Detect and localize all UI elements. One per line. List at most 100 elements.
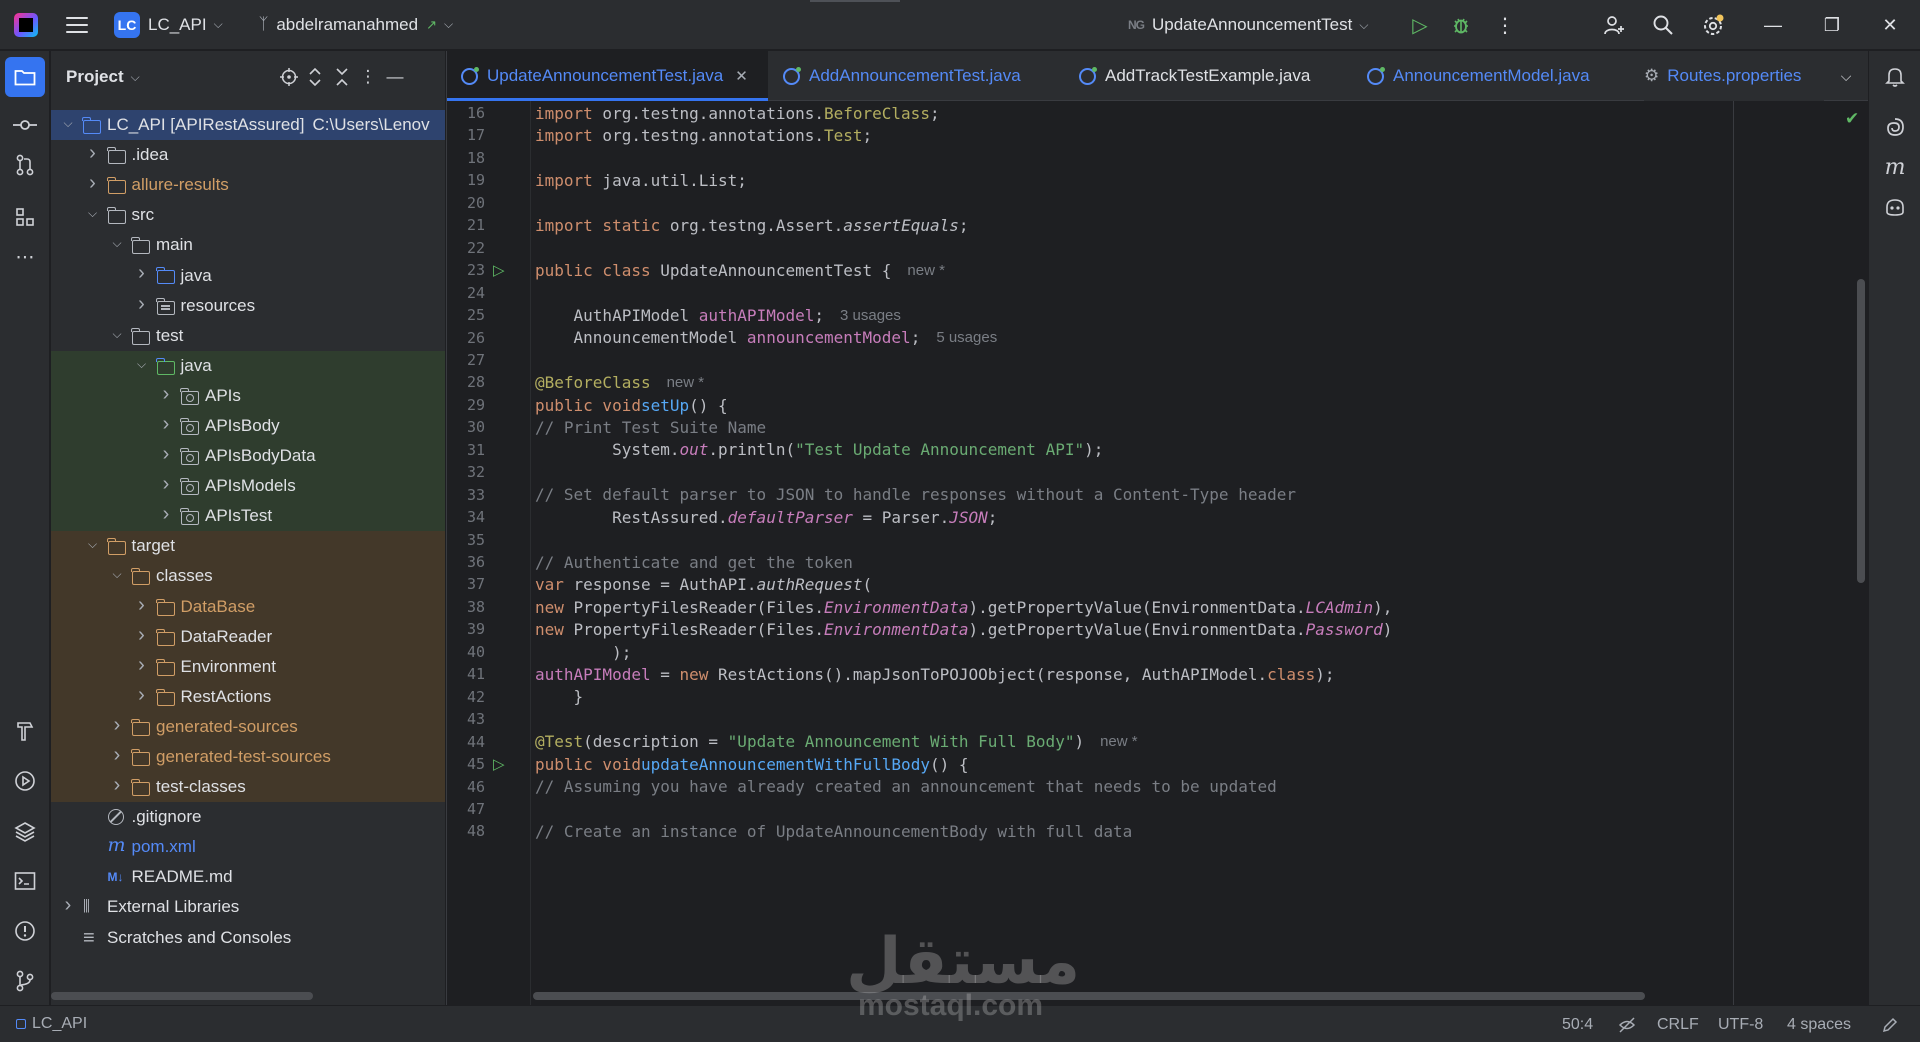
chevron-right-icon[interactable]: ›	[159, 413, 173, 436]
code-line[interactable]: @Test (description = "Update Announcement…	[535, 731, 1138, 753]
tree-node[interactable]: ⌵ test	[51, 321, 445, 351]
tree-node[interactable]: › APIsBody	[51, 410, 445, 442]
code-line[interactable]: public class UpdateAnnouncementTest {new…	[535, 259, 945, 281]
maven-icon[interactable]: m	[1875, 147, 1915, 187]
chevron-right-icon[interactable]: ›	[61, 894, 75, 917]
tab-add-track-test-example[interactable]: AddTrackTestExample.java	[1079, 51, 1369, 101]
layers-icon[interactable]	[5, 811, 45, 851]
indent-settings[interactable]: 4 spaces	[1787, 1006, 1851, 1042]
tab-routes-properties[interactable]: ⚙ Routes.properties	[1644, 51, 1824, 101]
tree-node[interactable]: › APIsModels	[51, 471, 445, 502]
intellij-logo-icon[interactable]	[14, 12, 38, 37]
no-problems-check-icon[interactable]: ✔	[1845, 109, 1859, 129]
tree-node[interactable]: › APIs	[51, 380, 445, 411]
code-line[interactable]: import org.testng.annotations. Test;	[535, 124, 872, 146]
code-line[interactable]: import java.util.List;	[535, 169, 747, 191]
code-line[interactable]: @BeforeClass new *	[535, 371, 704, 393]
chevron-down-icon[interactable]: ⌵	[1359, 18, 1368, 33]
problems-icon[interactable]	[5, 911, 45, 951]
readonly-toggle-icon[interactable]	[1618, 1006, 1636, 1042]
file-encoding[interactable]: UTF-8	[1718, 1006, 1763, 1042]
project-view-title[interactable]: Project	[66, 67, 124, 87]
ai-assistant-icon[interactable]	[1875, 107, 1915, 147]
chevron-right-icon[interactable]: ›	[159, 383, 173, 406]
code-line[interactable]: // Create an instance of UpdateAnnouncem…	[535, 820, 1132, 842]
chevron-right-icon[interactable]: ›	[135, 624, 149, 647]
run-config-name[interactable]: UpdateAnnouncementTest	[1152, 15, 1352, 35]
branch-name[interactable]: abdelramanahmed	[276, 15, 418, 35]
code-line[interactable]: var response = AuthAPI. authRequest(	[535, 573, 872, 595]
status-project-breadcrumb[interactable]: LC_API	[16, 1015, 87, 1033]
tree-node[interactable]: ⌵ main	[51, 230, 445, 260]
code-line[interactable]: import org.testng.annotations. BeforeClas…	[535, 102, 940, 124]
options-icon[interactable]: ⋮	[356, 65, 380, 89]
tree-node[interactable]: M↓ README.md	[51, 862, 445, 892]
build-hammer-icon[interactable]	[5, 711, 45, 751]
hide-panel-icon[interactable]: —	[383, 65, 407, 89]
code-line[interactable]: authAPIModel = new RestActions().mapJson…	[535, 663, 1335, 685]
tree-node[interactable]: › resources	[51, 291, 445, 321]
chevron-down-icon[interactable]: ⌵	[86, 537, 100, 552]
tree-node[interactable]: › ⫼ External Libraries	[51, 892, 445, 922]
code-line[interactable]: new PropertyFilesReader(Files. Environmen…	[535, 596, 1392, 618]
tree-node[interactable]: › .idea	[51, 140, 445, 170]
tree-node[interactable]: › DataReader	[51, 621, 445, 652]
tree-node[interactable]: ≡ Scratches and Consoles	[51, 923, 445, 953]
chevron-down-icon[interactable]: ⌵	[86, 206, 100, 221]
minimize-icon[interactable]: —	[1753, 0, 1793, 50]
tab-update-announcement-test[interactable]: UpdateAnnouncementTest.java ✕	[447, 51, 768, 101]
close-icon[interactable]: ✕	[1870, 0, 1910, 50]
code-line[interactable]: import static org.testng.Assert. assertEq…	[535, 214, 969, 236]
notifications-bell-icon[interactable]	[1875, 57, 1915, 97]
search-icon[interactable]	[1643, 0, 1683, 50]
git-icon[interactable]	[5, 961, 45, 1001]
services-run-icon[interactable]	[5, 761, 45, 801]
chevron-right-icon[interactable]: ›	[159, 473, 173, 496]
tree-node[interactable]: ⌵ LC_API [APIRestAssured] C:\Users\Lenov	[51, 110, 445, 141]
tree-node[interactable]: › APIsTest	[51, 501, 445, 532]
code-area[interactable]: import org.testng.annotations. BeforeClas…	[531, 101, 1868, 1005]
chevron-down-icon[interactable]: ⌵	[110, 567, 124, 582]
chevron-right-icon[interactable]: ›	[135, 262, 149, 285]
code-line[interactable]: // Print Test Suite Name	[535, 416, 766, 438]
editor-gutter[interactable]: 16 17 18 19 20 21 22 23 ▷ 24 25 26 27 28 29 30 31 32 33 34 3…	[447, 101, 531, 1005]
collapse-all-icon[interactable]	[330, 65, 354, 89]
show-hidden-tabs-icon[interactable]: ⌵	[1824, 51, 1868, 101]
run-icon[interactable]: ▷	[1400, 0, 1440, 50]
chevron-right-icon[interactable]: ›	[135, 654, 149, 677]
locate-file-icon[interactable]	[277, 65, 301, 89]
tree-node[interactable]: ⌵ java	[51, 350, 445, 381]
chevron-down-icon[interactable]: ⌵	[110, 327, 124, 342]
chevron-down-icon[interactable]: ⌵	[444, 17, 453, 32]
tree-node[interactable]: › java	[51, 260, 445, 290]
chevron-right-icon[interactable]: ›	[110, 774, 124, 797]
project-folder-icon[interactable]	[5, 57, 45, 97]
code-line[interactable]: AuthAPIModel authAPIModel; 3 usages	[535, 304, 901, 326]
editor-vertical-scrollbar[interactable]	[1857, 279, 1865, 583]
code-line[interactable]: // Authenticate and get the token	[535, 551, 853, 573]
code-line[interactable]: new PropertyFilesReader(Files. Environmen…	[535, 618, 1392, 640]
tree-node[interactable]: › allure-results	[51, 170, 445, 200]
more-vertical-icon[interactable]: ⋮	[1485, 0, 1525, 50]
tab-add-announcement-test[interactable]: AddAnnouncementTest.java	[783, 51, 1073, 101]
editor-horizontal-scrollbar[interactable]	[533, 992, 1645, 1000]
chevron-right-icon[interactable]: ›	[159, 443, 173, 466]
tree-node[interactable]: .gitignore	[51, 802, 445, 832]
project-horizontal-scrollbar[interactable]	[51, 992, 313, 1000]
terminal-icon[interactable]	[5, 861, 45, 901]
chevron-right-icon[interactable]: ›	[86, 172, 100, 195]
commit-icon[interactable]	[5, 105, 45, 145]
project-tree[interactable]: ⌵ LC_API [APIRestAssured] C:\Users\Lenov ›.…	[51, 110, 445, 953]
chevron-down-icon[interactable]: ⌵	[110, 236, 124, 251]
chevron-right-icon[interactable]: ›	[86, 142, 100, 165]
main-menu-icon[interactable]	[66, 16, 88, 33]
chevron-right-icon[interactable]: ›	[110, 744, 124, 767]
code-line[interactable]: // Assuming you have already created an …	[535, 776, 1277, 798]
chevron-down-icon[interactable]: ⌵	[214, 17, 223, 32]
run-test-icon[interactable]: ▷	[493, 259, 513, 281]
chevron-right-icon[interactable]: ›	[135, 293, 149, 316]
tree-node[interactable]: › generated-sources	[51, 711, 445, 742]
line-separator[interactable]: CRLF	[1657, 1006, 1699, 1042]
vcs-branch-widget[interactable]: ᛉ abdelramanahmed ↗ ⌵	[259, 15, 453, 35]
chevron-down-icon[interactable]: ⌵	[131, 70, 140, 85]
